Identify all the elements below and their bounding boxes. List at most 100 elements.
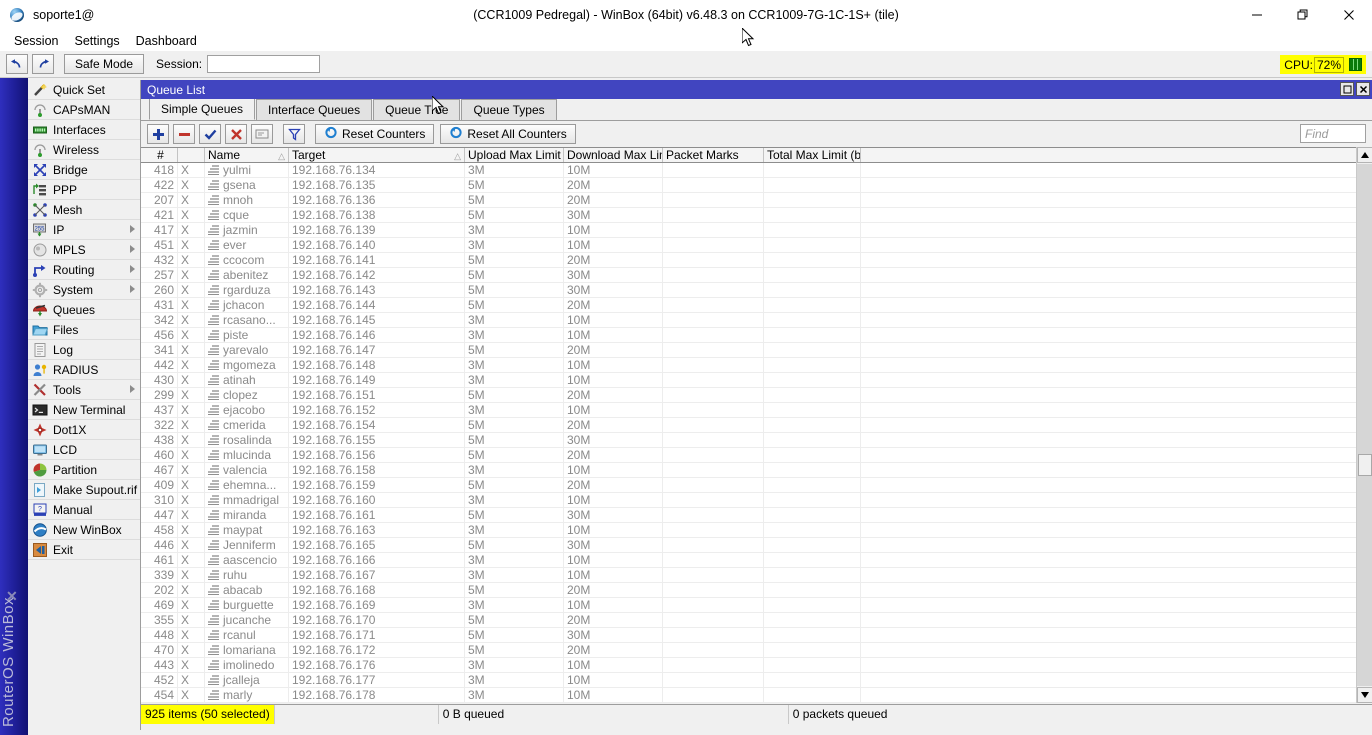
disable-button[interactable] — [225, 124, 247, 144]
table-row[interactable]: 355Xjucanche192.168.76.1705M20M — [141, 613, 1372, 628]
sidebar-item-wireless[interactable]: Wireless — [28, 140, 140, 160]
menu-item-dashboard[interactable]: Dashboard — [128, 32, 205, 50]
tab-interface-queues[interactable]: Interface Queues — [256, 99, 372, 120]
queue-restore-button[interactable] — [1340, 82, 1354, 96]
column-header-download-max-limit[interactable]: Download Max Limit — [564, 148, 663, 162]
sidebar-item-files[interactable]: Files — [28, 320, 140, 340]
queue-close-button[interactable] — [1356, 82, 1370, 96]
table-row[interactable]: 467Xvalencia192.168.76.1583M10M — [141, 463, 1372, 478]
tab-simple-queues[interactable]: Simple Queues — [149, 98, 255, 120]
tab-queue-tree[interactable]: Queue Tree — [373, 99, 460, 120]
table-row[interactable]: 443Ximolinedo192.168.76.1763M10M — [141, 658, 1372, 673]
enable-button[interactable] — [199, 124, 221, 144]
filter-button[interactable] — [283, 124, 305, 144]
table-row[interactable]: 430Xatinah192.168.76.1493M10M — [141, 373, 1372, 388]
scroll-up-button[interactable] — [1357, 147, 1372, 163]
column-header-num[interactable]: # — [141, 148, 178, 162]
table-row[interactable]: 202Xabacab192.168.76.1685M20M — [141, 583, 1372, 598]
column-header-target[interactable]: Target △ — [289, 148, 465, 162]
tab-queue-types[interactable]: Queue Types — [461, 99, 556, 120]
sidebar-item-capsman[interactable]: CAPsMAN — [28, 100, 140, 120]
table-row[interactable]: 470Xlomariana192.168.76.1725M20M — [141, 643, 1372, 658]
table-row[interactable]: 446XJenniferm192.168.76.1655M30M — [141, 538, 1372, 553]
table-row[interactable]: 458Xmaypat192.168.76.1633M10M — [141, 523, 1372, 538]
table-row[interactable]: 418Xyulmi192.168.76.1343M10M — [141, 163, 1372, 178]
table-row[interactable]: 451Xever192.168.76.1403M10M — [141, 238, 1372, 253]
table-row[interactable]: 447Xmiranda192.168.76.1615M30M — [141, 508, 1372, 523]
menu-item-session[interactable]: Session — [6, 32, 66, 50]
vertical-scrollbar[interactable] — [1356, 147, 1372, 703]
table-row[interactable]: 341Xyarevalo192.168.76.1475M20M — [141, 343, 1372, 358]
table-row[interactable]: 260Xrgarduza192.168.76.1435M30M — [141, 283, 1372, 298]
scrollbar-track[interactable] — [1357, 164, 1372, 686]
table-row[interactable]: 437Xejacobo192.168.76.1523M10M — [141, 403, 1372, 418]
table-row[interactable]: 322Xcmerida192.168.76.1545M20M — [141, 418, 1372, 433]
sidebar-item-interfaces[interactable]: Interfaces — [28, 120, 140, 140]
table-row[interactable]: 421Xcque192.168.76.1385M30M — [141, 208, 1372, 223]
table-row[interactable]: 339Xruhu192.168.76.1673M10M — [141, 568, 1372, 583]
sidebar-item-system[interactable]: System — [28, 280, 140, 300]
minimize-button[interactable] — [1234, 0, 1280, 30]
sidebar-item-bridge[interactable]: Bridge — [28, 160, 140, 180]
table-row[interactable]: 469Xburguette192.168.76.1693M10M — [141, 598, 1372, 613]
comment-button[interactable] — [251, 124, 273, 144]
table-row[interactable]: 461Xaascencio192.168.76.1663M10M — [141, 553, 1372, 568]
sidebar-item-quick-set[interactable]: Quick Set — [28, 80, 140, 100]
close-button[interactable] — [1326, 0, 1372, 30]
sidebar-item-exit[interactable]: Exit — [28, 540, 140, 560]
sidebar-item-queues[interactable]: Queues — [28, 300, 140, 320]
column-header-flags[interactable] — [178, 148, 205, 162]
redo-icon[interactable] — [32, 54, 54, 74]
table-row[interactable]: 342Xrcasano...192.168.76.1453M10M — [141, 313, 1372, 328]
queue-tabs: Simple Queues Interface Queues Queue Tre… — [141, 99, 1372, 121]
table-row[interactable]: 442Xmgomeza192.168.76.1483M10M — [141, 358, 1372, 373]
scroll-down-button[interactable] — [1357, 687, 1372, 703]
sidebar-item-routing[interactable]: Routing — [28, 260, 140, 280]
table-row[interactable]: 454Xmarly192.168.76.1783M10M — [141, 688, 1372, 703]
table-row[interactable]: 448Xrcanul192.168.76.1715M30M — [141, 628, 1372, 643]
column-header-name[interactable]: Name △ — [205, 148, 289, 162]
safe-mode-button[interactable]: Safe Mode — [64, 54, 144, 74]
sidebar-item-new-terminal[interactable]: New Terminal — [28, 400, 140, 420]
sidebar-item-mesh[interactable]: Mesh — [28, 200, 140, 220]
sidebar-item-radius[interactable]: RADIUS — [28, 360, 140, 380]
sidebar-item-ppp[interactable]: PPP — [28, 180, 140, 200]
column-header-upload-max-limit[interactable]: Upload Max Limit — [465, 148, 564, 162]
table-row[interactable]: 422Xgsena192.168.76.1355M20M — [141, 178, 1372, 193]
sidebar-item-ip[interactable]: 255 IP — [28, 220, 140, 240]
sidebar-item-make-supout[interactable]: Make Supout.rif — [28, 480, 140, 500]
menu-item-settings[interactable]: Settings — [66, 32, 127, 50]
column-header-packet-marks[interactable]: Packet Marks — [663, 148, 764, 162]
add-button[interactable] — [147, 124, 169, 144]
sidebar-item-partition[interactable]: Partition — [28, 460, 140, 480]
table-row[interactable]: 299Xclopez192.168.76.1515M20M — [141, 388, 1372, 403]
table-row[interactable]: 257Xabenitez192.168.76.1425M30M — [141, 268, 1372, 283]
sidebar-item-log[interactable]: Log — [28, 340, 140, 360]
reset-all-counters-button[interactable]: Reset All Counters — [440, 124, 575, 144]
table-row[interactable]: 460Xmlucinda192.168.76.1565M20M — [141, 448, 1372, 463]
sidebar-item-lcd[interactable]: LCD — [28, 440, 140, 460]
status-spacer — [274, 705, 439, 724]
undo-icon[interactable] — [6, 54, 28, 74]
table-row[interactable]: 456Xpiste192.168.76.1463M10M — [141, 328, 1372, 343]
remove-button[interactable] — [173, 124, 195, 144]
column-header-total-max-limit[interactable]: Total Max Limit (bi... — [764, 148, 861, 162]
sidebar-item-mpls[interactable]: MPLS — [28, 240, 140, 260]
table-row[interactable]: 438Xrosalinda192.168.76.1555M30M — [141, 433, 1372, 448]
scrollbar-thumb[interactable] — [1358, 454, 1372, 476]
reset-counters-button[interactable]: Reset Counters — [315, 124, 434, 144]
sidebar-item-tools[interactable]: Tools — [28, 380, 140, 400]
sidebar-item-dot1x[interactable]: Dot1X — [28, 420, 140, 440]
sidebar-item-manual[interactable]: ? Manual — [28, 500, 140, 520]
table-row[interactable]: 207Xmnoh192.168.76.1365M20M — [141, 193, 1372, 208]
table-row[interactable]: 310Xmmadrigal192.168.76.1603M10M — [141, 493, 1372, 508]
maximize-restore-button[interactable] — [1280, 0, 1326, 30]
table-row[interactable]: 431Xjchacon192.168.76.1445M20M — [141, 298, 1372, 313]
search-input[interactable]: Find — [1300, 124, 1366, 143]
session-input[interactable] — [207, 55, 320, 73]
table-row[interactable]: 452Xjcalleja192.168.76.1773M10M — [141, 673, 1372, 688]
table-row[interactable]: 432Xccocom192.168.76.1415M20M — [141, 253, 1372, 268]
sidebar-item-new-winbox[interactable]: New WinBox — [28, 520, 140, 540]
table-row[interactable]: 409Xehemna...192.168.76.1595M20M — [141, 478, 1372, 493]
table-row[interactable]: 417Xjazmin192.168.76.1393M10M — [141, 223, 1372, 238]
